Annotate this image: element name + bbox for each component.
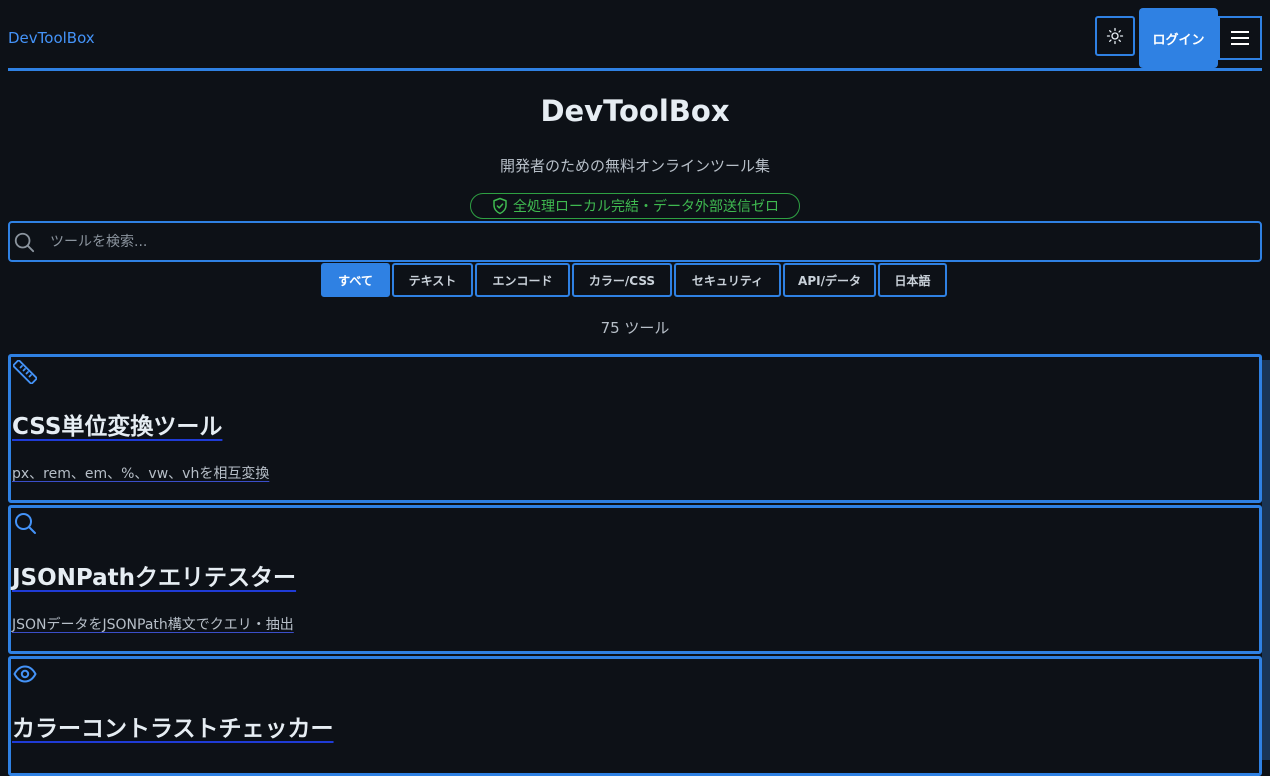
tab-japanese[interactable]: 日本語 bbox=[878, 263, 947, 297]
tool-card[interactable]: JSONPathクエリテスター JSONデータをJSONPath構文でクエリ・抽… bbox=[8, 505, 1262, 654]
login-button[interactable]: ログイン bbox=[1139, 8, 1218, 68]
theme-toggle-button[interactable] bbox=[1095, 16, 1135, 56]
tab-security[interactable]: セキュリティ bbox=[674, 263, 781, 297]
tool-count: 75 ツール bbox=[600, 319, 670, 337]
tool-card-title[interactable]: カラーコントラストチェッカー bbox=[12, 709, 334, 743]
menu-button[interactable] bbox=[1218, 16, 1262, 60]
site-header: DevToolBox ログイン bbox=[8, 0, 1262, 71]
tool-card-description: px、rem、em、%、vw、vhを相互変換 bbox=[12, 466, 270, 482]
tool-card-title[interactable]: CSS単位変換ツール bbox=[12, 407, 222, 441]
search-icon bbox=[12, 230, 36, 254]
search-input[interactable] bbox=[48, 232, 1260, 251]
scrollbar-track[interactable] bbox=[1262, 360, 1270, 760]
shield-check-icon bbox=[493, 197, 507, 215]
sun-icon bbox=[1106, 27, 1124, 45]
privacy-badge: 全処理ローカル完結・データ外部送信ゼロ bbox=[470, 193, 800, 219]
search-box[interactable] bbox=[8, 221, 1262, 262]
tab-api-data[interactable]: API/データ bbox=[783, 263, 876, 297]
search-icon bbox=[15, 513, 36, 534]
eye-icon bbox=[13, 665, 37, 683]
tab-text[interactable]: テキスト bbox=[392, 263, 473, 297]
tab-all[interactable]: すべて bbox=[321, 263, 390, 297]
page-title: DevToolBox bbox=[540, 94, 730, 128]
ruler-icon bbox=[13, 360, 37, 384]
privacy-badge-label: 全処理ローカル完結・データ外部送信ゼロ bbox=[513, 199, 779, 215]
tool-card-description: JSONデータをJSONPath構文でクエリ・抽出 bbox=[12, 617, 294, 633]
brand-link[interactable]: DevToolBox bbox=[8, 29, 95, 47]
tool-card[interactable]: CSS単位変換ツール px、rem、em、%、vw、vhを相互変換 bbox=[8, 354, 1262, 503]
category-tabs: すべて テキスト エンコード カラー/CSS セキュリティ API/データ 日本… bbox=[321, 263, 947, 297]
tool-card-title[interactable]: JSONPathクエリテスター bbox=[12, 558, 296, 592]
tab-encode[interactable]: エンコード bbox=[475, 263, 570, 297]
page-subtitle: 開発者のための無料オンラインツール集 bbox=[499, 157, 770, 175]
tool-card[interactable]: カラーコントラストチェッカー bbox=[8, 656, 1262, 776]
hamburger-menu-icon bbox=[1231, 31, 1249, 45]
tab-color-css[interactable]: カラー/CSS bbox=[572, 263, 672, 297]
